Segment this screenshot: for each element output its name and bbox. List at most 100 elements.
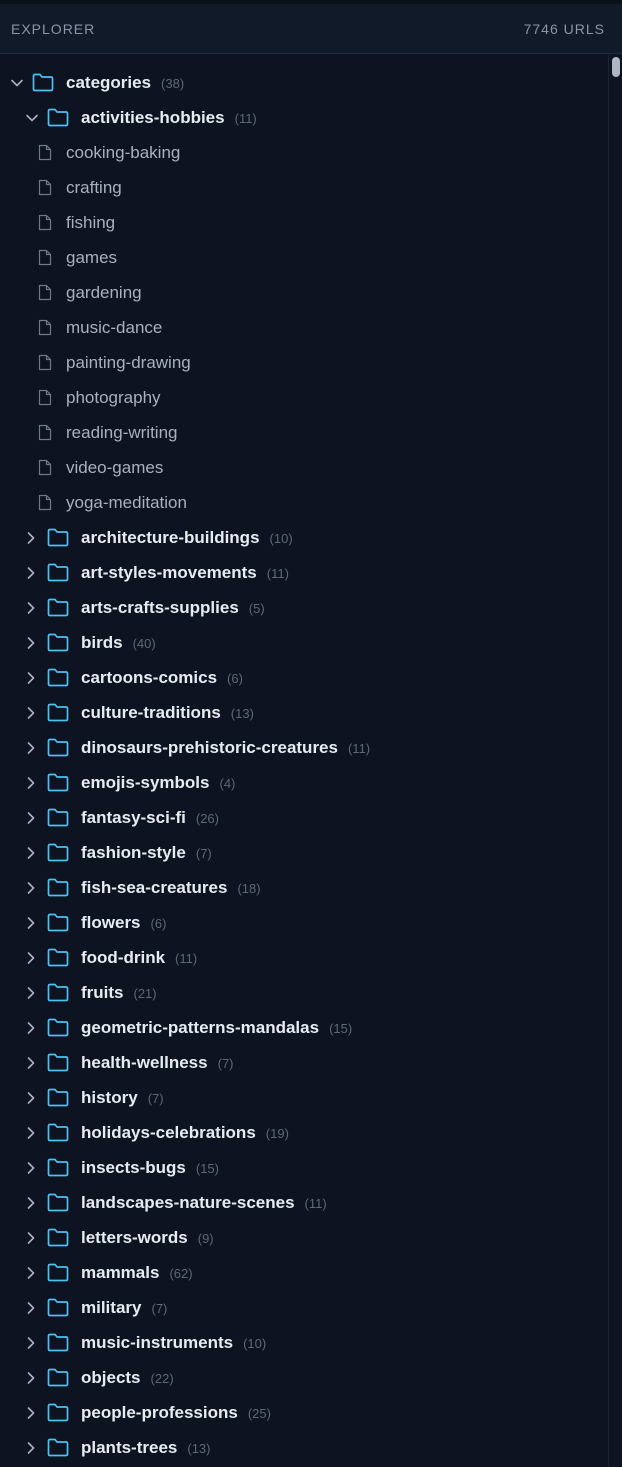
tree-folder-item[interactable]: fantasy-sci-fi (26) (0, 800, 608, 835)
tree-folder-categories[interactable]: categories (38) (0, 65, 608, 100)
tree-folder-item[interactable]: insects-bugs (15) (0, 1150, 608, 1185)
chevron-right-icon[interactable] (24, 601, 38, 615)
tree-file-item[interactable]: video-games (0, 450, 608, 485)
tree-file-item[interactable]: music-dance (0, 310, 608, 345)
tree-folder-item[interactable]: culture-traditions (13) (0, 695, 608, 730)
tree-folder-item[interactable]: emojis-symbols (4) (0, 765, 608, 800)
tree-folder-item[interactable]: geometric-patterns-mandalas (15) (0, 1010, 608, 1045)
tree-folder-item[interactable]: art-styles-movements (11) (0, 555, 608, 590)
chevron-right-icon[interactable] (24, 1406, 38, 1420)
file-icon (38, 284, 52, 301)
chevron-right-icon[interactable] (24, 1301, 38, 1315)
tree-file-item[interactable]: crafting (0, 170, 608, 205)
file-icon (38, 214, 52, 231)
chevron-right-icon[interactable] (24, 1266, 38, 1280)
tree-folder-item[interactable]: people-professions (25) (0, 1395, 608, 1430)
chevron-right-icon[interactable] (24, 1371, 38, 1385)
file-icon (38, 389, 52, 406)
chevron-right-icon[interactable] (24, 776, 38, 790)
tree-folder-item[interactable]: fashion-style (7) (0, 835, 608, 870)
tree-folder-item[interactable]: food-drink (11) (0, 940, 608, 975)
tree-file-item[interactable]: cooking-baking (0, 135, 608, 170)
file-label: crafting (66, 178, 122, 197)
tree-folder-item[interactable]: flowers (6) (0, 905, 608, 940)
folder-label: arts-crafts-supplies (5) (81, 598, 265, 617)
chevron-right-icon[interactable] (24, 706, 38, 720)
file-icon (38, 424, 52, 441)
tree-folder-item[interactable]: arts-crafts-supplies (5) (0, 590, 608, 625)
tree-folder-item[interactable]: health-wellness (7) (0, 1045, 608, 1080)
tree-folder-item[interactable]: architecture-buildings (10) (0, 520, 608, 555)
tree-folder-item[interactable]: cartoons-comics (6) (0, 660, 608, 695)
tree-folder-item[interactable]: dinosaurs-prehistoric-creatures (11) (0, 730, 608, 765)
chevron-right-icon[interactable] (24, 531, 38, 545)
chevron-right-icon[interactable] (24, 986, 38, 1000)
folder-icon (47, 1158, 69, 1177)
tree-file-item[interactable]: fishing (0, 205, 608, 240)
chevron-right-icon[interactable] (24, 916, 38, 930)
folder-icon (47, 1018, 69, 1037)
folder-label: fantasy-sci-fi (26) (81, 808, 219, 827)
chevron-right-icon[interactable] (24, 1196, 38, 1210)
chevron-right-icon[interactable] (24, 1056, 38, 1070)
folder-icon (47, 108, 69, 127)
file-tree: categories (38) activities-hobbies (11) co… (0, 65, 608, 1465)
tree-folder-item[interactable]: history (7) (0, 1080, 608, 1115)
chevron-right-icon[interactable] (24, 951, 38, 965)
folder-label: plants-trees (13) (81, 1438, 211, 1457)
tree-folder-item[interactable]: landscapes-nature-scenes (11) (0, 1185, 608, 1220)
folder-label: fashion-style (7) (81, 843, 212, 862)
tree-folder-activities-hobbies[interactable]: activities-hobbies (11) (0, 100, 608, 135)
file-label: reading-writing (66, 423, 178, 442)
folder-icon (47, 913, 69, 932)
folder-label: people-professions (25) (81, 1403, 271, 1422)
chevron-right-icon[interactable] (24, 1021, 38, 1035)
chevron-right-icon[interactable] (24, 1336, 38, 1350)
tree-file-item[interactable]: reading-writing (0, 415, 608, 450)
folder-icon (32, 73, 54, 92)
tree-file-item[interactable]: gardening (0, 275, 608, 310)
folder-label: emojis-symbols (4) (81, 773, 236, 792)
chevron-down-icon[interactable] (10, 76, 24, 90)
tree-file-item[interactable]: yoga-meditation (0, 485, 608, 520)
chevron-right-icon[interactable] (24, 881, 38, 895)
chevron-right-icon[interactable] (24, 1231, 38, 1245)
folder-icon (47, 808, 69, 827)
tree-folder-item[interactable]: letters-words (9) (0, 1220, 608, 1255)
folder-label: insects-bugs (15) (81, 1158, 219, 1177)
tree-folder-item[interactable]: mammals (62) (0, 1255, 608, 1290)
tree-file-item[interactable]: photography (0, 380, 608, 415)
folder-icon (47, 563, 69, 582)
chevron-right-icon[interactable] (24, 671, 38, 685)
folder-icon (47, 948, 69, 967)
file-icon (38, 319, 52, 336)
folder-label: culture-traditions (13) (81, 703, 254, 722)
tree-folder-item[interactable]: music-instruments (10) (0, 1325, 608, 1360)
chevron-right-icon[interactable] (24, 811, 38, 825)
tree-folder-item[interactable]: fruits (21) (0, 975, 608, 1010)
chevron-right-icon[interactable] (24, 636, 38, 650)
chevron-right-icon[interactable] (24, 566, 38, 580)
chevron-right-icon[interactable] (24, 1441, 38, 1455)
scrollbar-thumb[interactable] (612, 57, 620, 77)
chevron-right-icon[interactable] (24, 1126, 38, 1140)
folder-label: food-drink (11) (81, 948, 198, 967)
folder-label: landscapes-nature-scenes (11) (81, 1193, 327, 1212)
chevron-right-icon[interactable] (24, 741, 38, 755)
chevron-right-icon[interactable] (24, 1161, 38, 1175)
chevron-down-icon[interactable] (25, 111, 39, 125)
tree-folder-item[interactable]: fish-sea-creatures (18) (0, 870, 608, 905)
tree-file-item[interactable]: games (0, 240, 608, 275)
tree-folder-item[interactable]: holidays-celebrations (19) (0, 1115, 608, 1150)
folder-icon (47, 738, 69, 757)
tree-folder-item[interactable]: birds (40) (0, 625, 608, 660)
scrollbar[interactable] (608, 55, 622, 1467)
tree-file-item[interactable]: painting-drawing (0, 345, 608, 380)
folder-label: objects (22) (81, 1368, 174, 1387)
folder-count: (15) (195, 1161, 219, 1176)
tree-folder-item[interactable]: objects (22) (0, 1360, 608, 1395)
tree-folder-item[interactable]: plants-trees (13) (0, 1430, 608, 1465)
chevron-right-icon[interactable] (24, 846, 38, 860)
chevron-right-icon[interactable] (24, 1091, 38, 1105)
tree-folder-item[interactable]: military (7) (0, 1290, 608, 1325)
